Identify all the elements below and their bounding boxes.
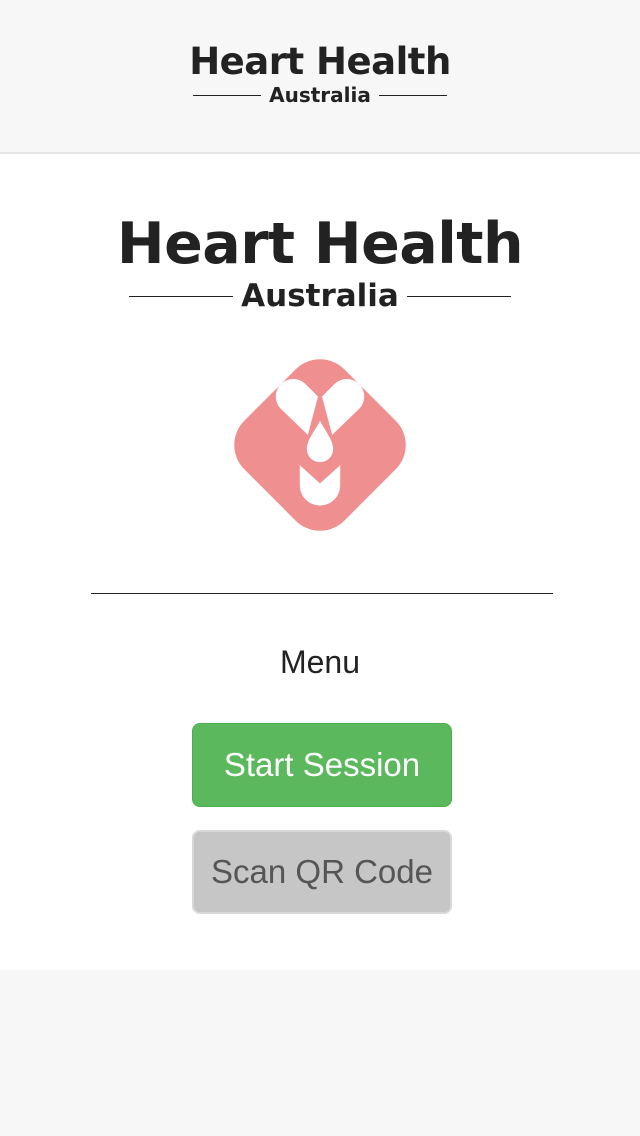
header-logo: Heart Health Australia: [0, 40, 640, 108]
scan-qr-code-button[interactable]: Scan QR Code: [192, 830, 452, 914]
header-brand-subtitle: Australia: [269, 83, 371, 107]
main-brand-subtitle-row: Australia: [0, 276, 640, 316]
app-footer: [0, 970, 640, 1136]
main-brand-subtitle: Australia: [241, 278, 399, 314]
main-logo: Heart Health Australia: [0, 212, 640, 316]
subtitle-rule-right: [406, 295, 511, 297]
start-session-button[interactable]: Start Session: [192, 723, 452, 807]
main-brand-title: Heart Health: [116, 211, 524, 277]
subtitle-rule-left: [193, 94, 262, 96]
menu-heading: Menu: [279, 644, 361, 680]
header-brand-subtitle-row: Australia: [0, 82, 640, 108]
app-header: Heart Health Australia: [0, 0, 640, 154]
section-divider: [91, 593, 553, 594]
subtitle-rule-left: [129, 295, 234, 297]
heart-health-logo-icon: [234, 359, 406, 531]
header-brand-title: Heart Health: [189, 40, 451, 83]
subtitle-rule-right: [378, 94, 447, 96]
main-content: Heart Health Australia Menu Start Sessio…: [0, 154, 640, 970]
